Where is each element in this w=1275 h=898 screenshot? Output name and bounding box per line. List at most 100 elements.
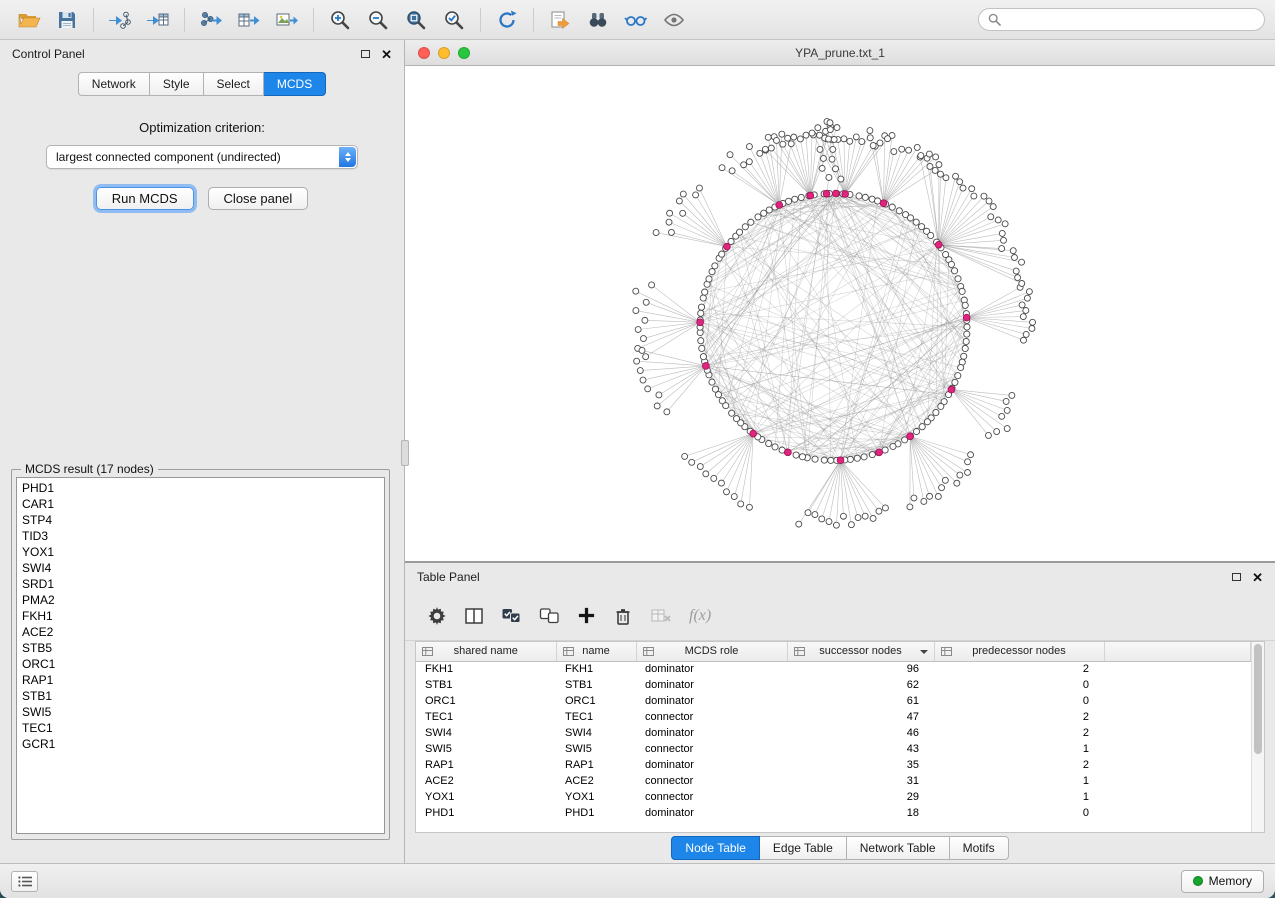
cell-predecessor-nodes[interactable]: 1 bbox=[934, 741, 1104, 757]
graph-node[interactable] bbox=[942, 477, 948, 483]
mcds-result-item[interactable]: SWI4 bbox=[22, 560, 384, 576]
graph-node[interactable] bbox=[924, 419, 930, 425]
graph-node[interactable] bbox=[933, 154, 939, 160]
graph-node[interactable] bbox=[664, 409, 670, 415]
graph-node[interactable] bbox=[899, 146, 905, 152]
cell-shared-name[interactable]: STB1 bbox=[416, 677, 556, 693]
graph-node[interactable] bbox=[833, 166, 839, 172]
graph-node[interactable] bbox=[738, 501, 744, 507]
graph-node[interactable] bbox=[1002, 221, 1008, 227]
graph-node[interactable] bbox=[867, 135, 873, 141]
graph-hub-node[interactable] bbox=[876, 449, 883, 456]
mcds-result-item[interactable]: STB1 bbox=[22, 688, 384, 704]
minimize-window-icon[interactable] bbox=[438, 47, 450, 59]
graph-hub-node[interactable] bbox=[948, 386, 955, 393]
graph-node[interactable] bbox=[963, 338, 969, 344]
column-header-mcds-role[interactable]: MCDS role bbox=[636, 642, 787, 661]
float-panel-icon[interactable] bbox=[361, 50, 370, 58]
tab-edge-table[interactable]: Edge Table bbox=[760, 836, 847, 860]
graph-node[interactable] bbox=[689, 459, 695, 465]
cell-name[interactable]: ORC1 bbox=[556, 693, 636, 709]
graph-node[interactable] bbox=[853, 134, 859, 140]
save-session-button[interactable] bbox=[48, 4, 86, 36]
graph-node[interactable] bbox=[911, 495, 917, 501]
mcds-result-list[interactable]: PHD1CAR1STP4TID3YOX1SWI4SRD1PMA2FKH1ACE2… bbox=[16, 477, 385, 834]
graph-node[interactable] bbox=[667, 210, 673, 216]
global-search-field[interactable] bbox=[978, 8, 1265, 31]
table-settings-button[interactable] bbox=[427, 606, 447, 626]
graph-node[interactable] bbox=[838, 176, 844, 182]
graph-node[interactable] bbox=[960, 185, 966, 191]
graph-node[interactable] bbox=[792, 196, 798, 202]
graph-node[interactable] bbox=[840, 513, 846, 519]
graph-node[interactable] bbox=[762, 146, 768, 152]
mcds-result-item[interactable]: PMA2 bbox=[22, 592, 384, 608]
graph-node[interactable] bbox=[830, 146, 836, 152]
graph-node[interactable] bbox=[962, 302, 968, 308]
select-all-button[interactable] bbox=[501, 606, 522, 626]
graph-node[interactable] bbox=[1026, 289, 1032, 295]
graph-node[interactable] bbox=[914, 144, 920, 150]
cell-successor-nodes[interactable]: 46 bbox=[787, 725, 934, 741]
graph-node[interactable] bbox=[994, 429, 1000, 435]
graph-node[interactable] bbox=[700, 295, 706, 301]
graph-node[interactable] bbox=[788, 141, 794, 147]
cell-mcds-role[interactable]: connector bbox=[636, 773, 787, 789]
graph-node[interactable] bbox=[829, 156, 835, 162]
graph-node[interactable] bbox=[827, 120, 833, 126]
graph-node[interactable] bbox=[1019, 280, 1025, 286]
graph-node[interactable] bbox=[821, 457, 827, 463]
graph-node[interactable] bbox=[649, 282, 655, 288]
cell-shared-name[interactable]: PHD1 bbox=[416, 805, 556, 821]
graph-node[interactable] bbox=[953, 173, 959, 179]
graph-node[interactable] bbox=[889, 204, 895, 210]
cell-name[interactable]: SWI4 bbox=[556, 725, 636, 741]
cell-mcds-role[interactable]: dominator bbox=[636, 757, 787, 773]
graph-node[interactable] bbox=[805, 510, 811, 516]
graph-node[interactable] bbox=[1004, 407, 1010, 413]
graph-node[interactable] bbox=[727, 152, 733, 158]
cell-name[interactable]: PHD1 bbox=[556, 805, 636, 821]
graph-node[interactable] bbox=[870, 515, 876, 521]
cell-successor-nodes[interactable]: 61 bbox=[787, 693, 934, 709]
zoom-fit-button[interactable] bbox=[397, 4, 435, 36]
table-row[interactable]: YOX1YOX1connector291 bbox=[416, 789, 1251, 805]
graph-hub-node[interactable] bbox=[724, 243, 731, 250]
graph-node[interactable] bbox=[955, 276, 961, 282]
cell-predecessor-nodes[interactable]: 1 bbox=[934, 789, 1104, 805]
cell-name[interactable]: YOX1 bbox=[556, 789, 636, 805]
graph-node[interactable] bbox=[640, 377, 646, 383]
cell-name[interactable]: SWI5 bbox=[556, 741, 636, 757]
tab-mcds[interactable]: MCDS bbox=[264, 72, 326, 96]
graph-node[interactable] bbox=[643, 354, 649, 360]
graph-node[interactable] bbox=[907, 504, 913, 510]
export-network-button[interactable] bbox=[192, 4, 230, 36]
graph-hub-node[interactable] bbox=[697, 319, 704, 326]
graph-node[interactable] bbox=[1011, 254, 1017, 260]
graph-node[interactable] bbox=[746, 504, 752, 510]
cell-successor-nodes[interactable]: 43 bbox=[787, 741, 934, 757]
graph-hub-node[interactable] bbox=[935, 241, 942, 248]
graph-node[interactable] bbox=[1019, 302, 1025, 308]
cell-predecessor-nodes[interactable]: 0 bbox=[934, 805, 1104, 821]
mcds-result-item[interactable]: SWI5 bbox=[22, 704, 384, 720]
graph-node[interactable] bbox=[1023, 308, 1029, 314]
mcds-result-item[interactable]: FKH1 bbox=[22, 608, 384, 624]
graph-node[interactable] bbox=[780, 141, 786, 147]
share-document-button[interactable] bbox=[541, 4, 579, 36]
mcds-result-item[interactable]: RAP1 bbox=[22, 672, 384, 688]
graphics-details-button[interactable] bbox=[617, 4, 655, 36]
graph-node[interactable] bbox=[779, 131, 785, 137]
graph-node[interactable] bbox=[1023, 331, 1029, 337]
graph-node[interactable] bbox=[736, 229, 742, 235]
graph-node[interactable] bbox=[882, 505, 888, 511]
graph-node[interactable] bbox=[995, 217, 1001, 223]
graph-node[interactable] bbox=[921, 498, 927, 504]
graph-node[interactable] bbox=[723, 489, 729, 495]
criterion-dropdown[interactable]: largest connected component (undirected) bbox=[46, 145, 358, 169]
table-row[interactable]: ACE2ACE2connector311 bbox=[416, 773, 1251, 789]
graph-node[interactable] bbox=[812, 456, 818, 462]
graph-node[interactable] bbox=[791, 134, 797, 140]
column-header-shared-name[interactable]: shared name bbox=[416, 642, 556, 661]
task-history-button[interactable] bbox=[11, 871, 38, 892]
